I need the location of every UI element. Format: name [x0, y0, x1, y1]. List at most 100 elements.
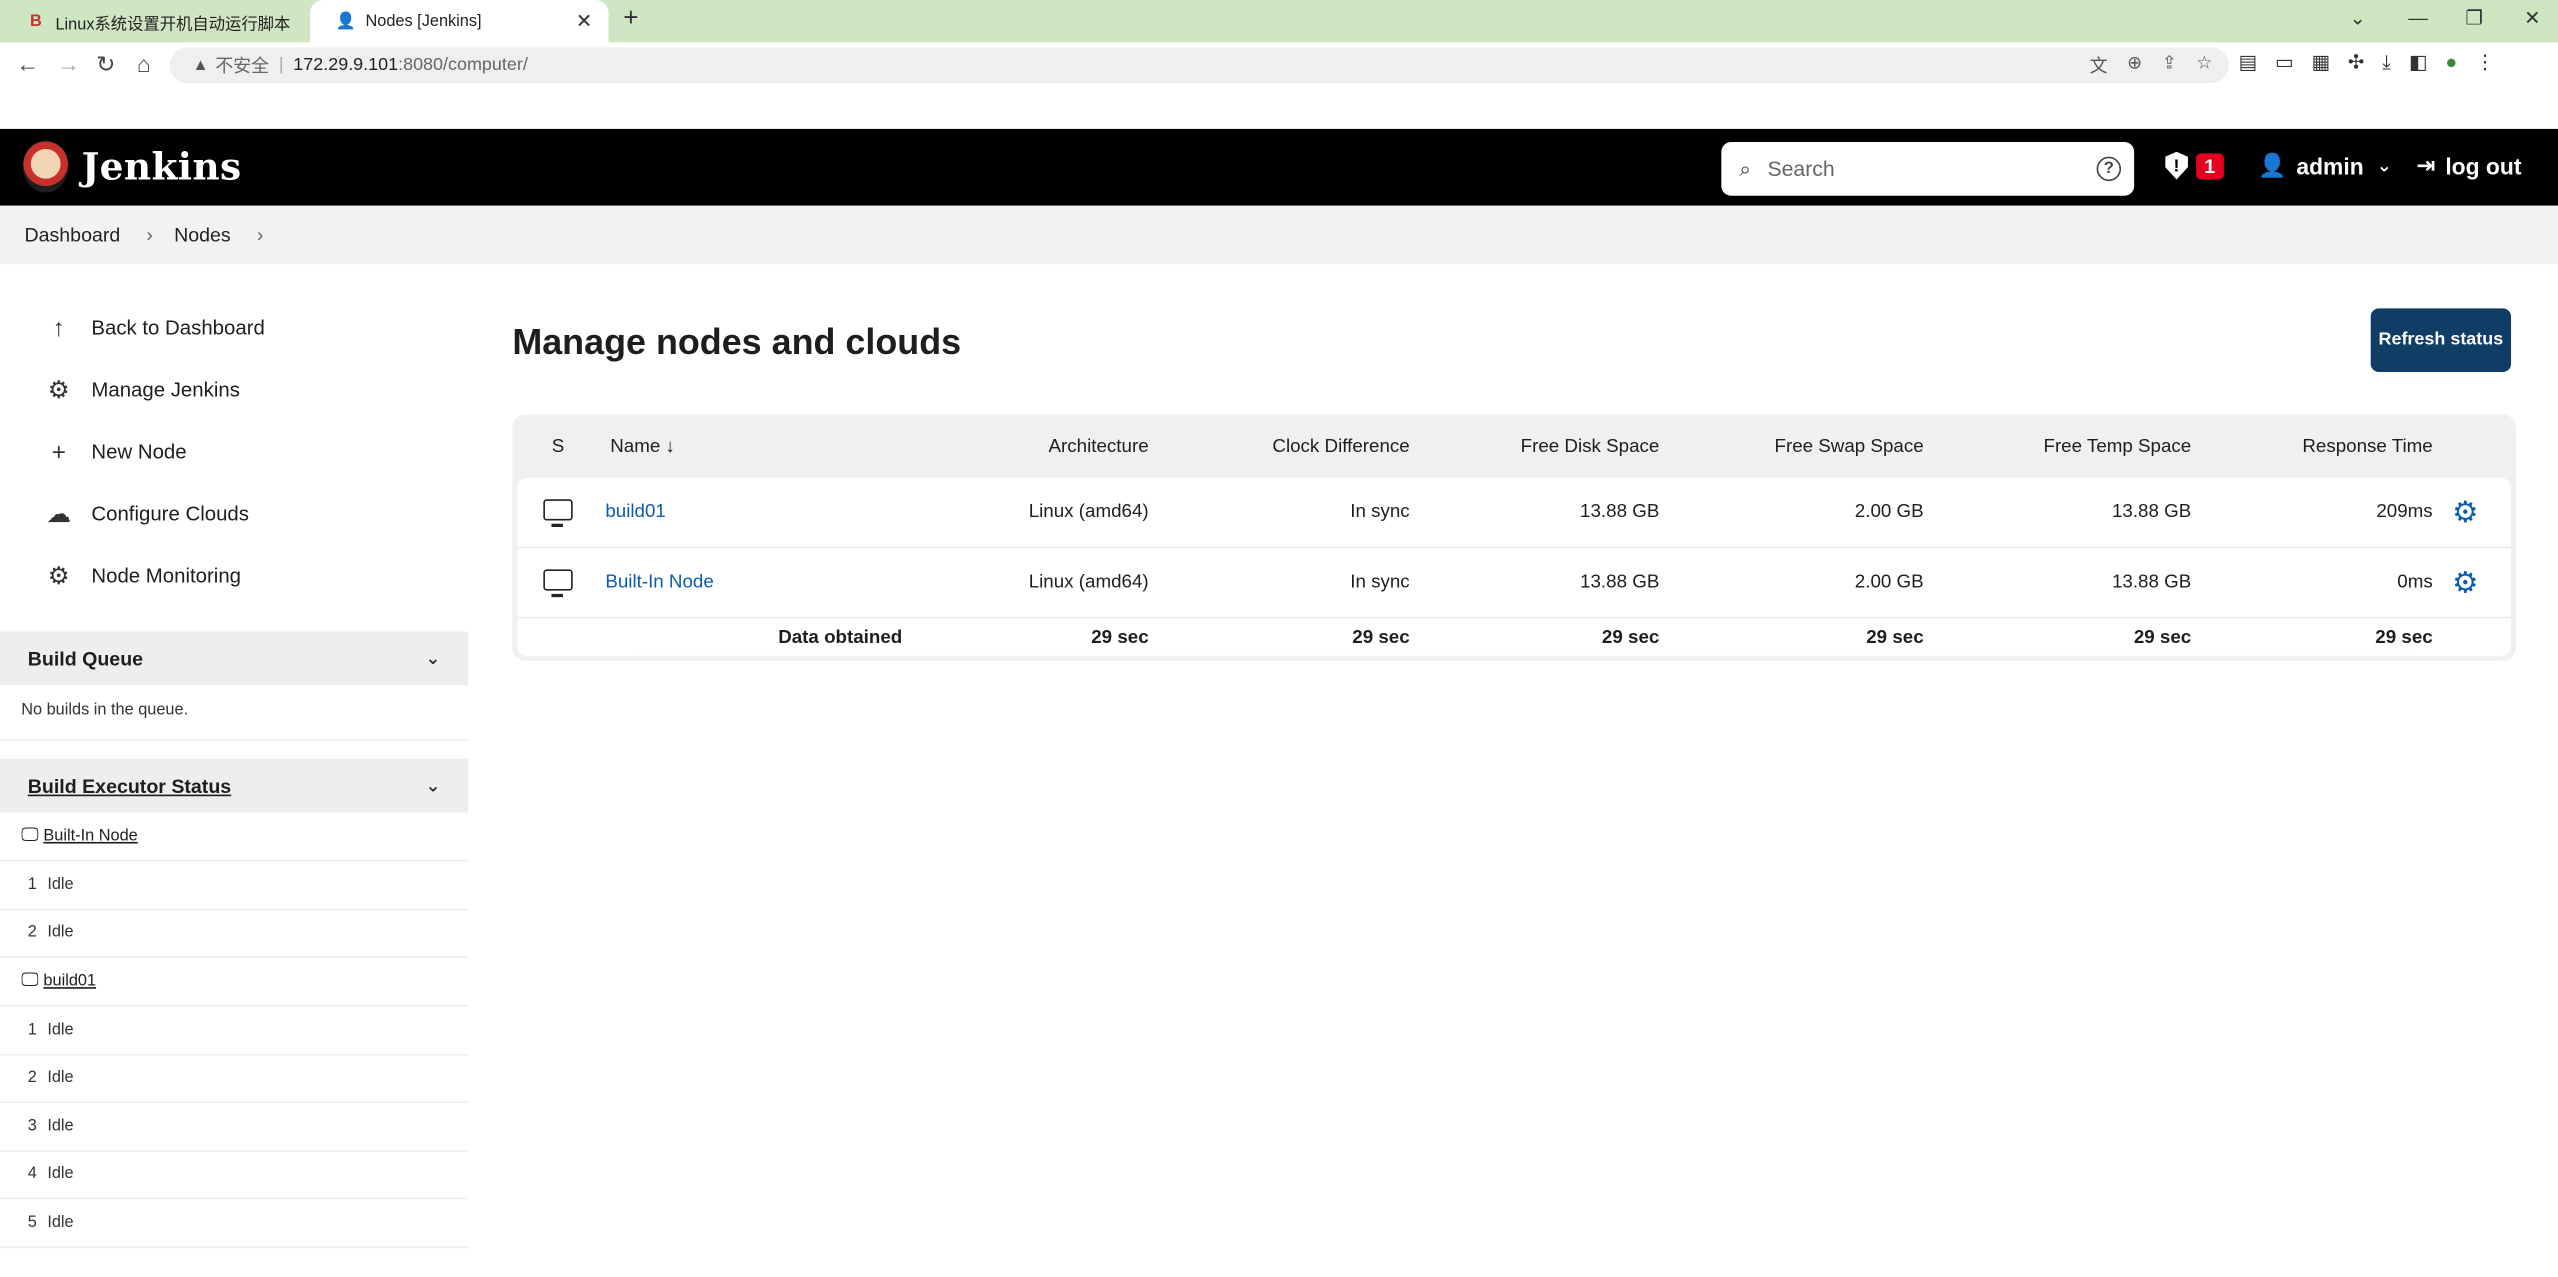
new-tab-icon[interactable]: +: [623, 5, 638, 34]
back-icon[interactable]: ←: [16, 51, 39, 77]
gear-icon: ⚙: [47, 376, 70, 405]
share-icon[interactable]: ⇪: [2162, 52, 2177, 78]
executor-row: 1 Idle: [0, 861, 469, 910]
tab-title: Nodes [Jenkins]: [365, 12, 482, 31]
brand-name: Jenkins: [81, 144, 242, 189]
breadcrumb: Dashboard › Nodes ›: [0, 205, 2558, 265]
table-footer-row: Data obtained 29 sec 29 sec 29 sec 29 se…: [517, 618, 2511, 656]
search-box: ⌕ ?: [1721, 141, 2135, 196]
logout-icon: ⇥: [2416, 151, 2436, 178]
tab-search-icon[interactable]: ⌄: [2350, 7, 2366, 30]
col-clock-difference[interactable]: Clock Difference: [1149, 436, 1409, 456]
task-back-to-dashboard[interactable]: ↑ Back to Dashboard: [0, 297, 468, 359]
chevron-right-icon: ›: [146, 223, 153, 247]
computer-icon: 🖵: [21, 825, 39, 846]
reload-icon[interactable]: ↻: [96, 51, 115, 79]
build-queue-header[interactable]: Build Queue ⌄: [0, 631, 469, 686]
user-menu[interactable]: 👤 admin ⌄: [2258, 152, 2392, 180]
extension-icon[interactable]: ▤: [2239, 51, 2258, 75]
node-link-build01[interactable]: build01: [605, 503, 666, 523]
tab-favicon-icon: B: [29, 12, 42, 31]
browser-toolbar: ← → ↻ ⌂ ▲ 不安全 | 172.29.9.101:8080/comput…: [0, 42, 2558, 89]
footer-disk: 29 sec: [1601, 627, 1660, 647]
cell-disk: 13.88 GB: [1580, 502, 1660, 523]
browser-tabbar: B Linux系统设置开机自动运行脚本 👤 Nodes [Jenkins] ✕ …: [0, 0, 2558, 43]
chevron-down-icon: ⌄: [2376, 156, 2392, 177]
footer-response: 29 sec: [2375, 627, 2433, 647]
node-name[interactable]: Built-In Node: [43, 827, 137, 845]
minimize-icon[interactable]: —: [2408, 7, 2428, 30]
executor-status-header[interactable]: Build Executor Status ⌄: [0, 758, 469, 813]
col-name[interactable]: Name ↓: [599, 436, 860, 456]
warning-icon: ▲: [192, 56, 209, 75]
node-link-built-in[interactable]: Built-In Node: [605, 573, 713, 593]
breadcrumb-nodes[interactable]: Nodes: [174, 224, 231, 247]
configure-gear-icon[interactable]: ⚙: [2452, 565, 2478, 598]
profile-icon[interactable]: ●: [2445, 51, 2457, 75]
extension-icon[interactable]: ▭: [2275, 51, 2294, 75]
translate-icon[interactable]: 文: [2090, 52, 2108, 78]
address-bar[interactable]: ▲ 不安全 | 172.29.9.101:8080/computer/ 文 ⊕ …: [169, 47, 2229, 84]
chevron-down-icon[interactable]: ⌄: [425, 775, 440, 797]
url-host: 172.29.9.101: [293, 55, 399, 76]
cell-temp: 13.88 GB: [2111, 572, 2192, 593]
table-row: Built-In Node Linux (amd64) In sync 13.8…: [517, 548, 2512, 619]
search-icon: ⌕: [1739, 155, 1752, 181]
executor-node-link[interactable]: 🖵 Built-In Node: [0, 813, 469, 862]
executor-row: 1 Idle: [0, 1007, 469, 1055]
chevron-down-icon[interactable]: ⌄: [425, 648, 440, 669]
executor-row: 3 Idle: [0, 1103, 469, 1152]
tab-title: Linux系统设置开机自动运行脚本: [55, 15, 291, 34]
restore-icon[interactable]: ❐: [2465, 7, 2483, 30]
configure-gear-icon[interactable]: ⚙: [2452, 495, 2478, 528]
footer-arch: 29 sec: [1091, 627, 1149, 647]
sidepanel-icon[interactable]: ◧: [2409, 51, 2428, 75]
user-name: admin: [2296, 152, 2364, 179]
build-queue-empty: No builds in the queue.: [21, 701, 189, 720]
chevron-right-icon[interactable]: ›: [257, 224, 264, 247]
close-window-icon[interactable]: ✕: [2524, 7, 2540, 30]
node-name[interactable]: build01: [43, 972, 96, 990]
forward-icon[interactable]: →: [57, 51, 80, 77]
cell-architecture: Linux (amd64): [1028, 502, 1149, 523]
executor-row: 4 Idle: [0, 1151, 469, 1200]
col-free-swap[interactable]: Free Swap Space: [1659, 436, 1923, 456]
footer-clock: 29 sec: [1352, 627, 1410, 647]
col-free-temp[interactable]: Free Temp Space: [1924, 436, 2191, 456]
zoom-icon[interactable]: ⊕: [2127, 52, 2142, 78]
task-label: Manage Jenkins: [91, 378, 240, 402]
home-icon[interactable]: ⌂: [137, 51, 151, 77]
browser-tab-active[interactable]: 👤 Nodes [Jenkins] ✕: [310, 0, 609, 43]
download-icon[interactable]: ⤓: [2382, 51, 2391, 75]
cell-architecture: Linux (amd64): [1028, 572, 1149, 593]
page-title: Manage nodes and clouds: [512, 321, 962, 363]
search-input[interactable]: [1767, 156, 2062, 182]
logout-label: log out: [2445, 152, 2522, 179]
help-icon[interactable]: ?: [2096, 156, 2122, 182]
logout-button[interactable]: ⇥ log out: [2416, 152, 2521, 180]
task-new-node[interactable]: + New Node: [0, 421, 468, 483]
menu-icon[interactable]: ⋮: [2475, 51, 2495, 75]
col-architecture[interactable]: Architecture: [860, 436, 1149, 456]
close-tab-icon[interactable]: ✕: [576, 10, 592, 33]
browser-tab-inactive[interactable]: B Linux系统设置开机自动运行脚本: [0, 0, 307, 42]
extension-icon[interactable]: ▦: [2311, 51, 2330, 75]
jenkins-logo[interactable]: Jenkins: [22, 140, 242, 193]
puzzle-icon[interactable]: ✣: [2348, 51, 2364, 75]
executor-status-title[interactable]: Build Executor Status: [28, 774, 231, 797]
cloud-icon: ☁: [46, 500, 71, 529]
security-alert-button[interactable]: ! 1: [2165, 151, 2224, 180]
task-configure-clouds[interactable]: ☁ Configure Clouds: [0, 483, 468, 545]
task-node-monitoring[interactable]: ⚙ Node Monitoring: [0, 545, 468, 607]
executor-node-link[interactable]: 🖵 build01: [0, 958, 469, 1007]
bookmark-star-icon[interactable]: ☆: [2196, 52, 2212, 78]
col-free-disk[interactable]: Free Disk Space: [1410, 436, 1660, 456]
jenkins-header: Jenkins ⌕ ? ! 1 👤 admin ⌄ ⇥ log out: [0, 128, 2558, 206]
col-status[interactable]: S: [517, 436, 599, 456]
build-queue-title: Build Queue: [27, 646, 144, 670]
refresh-status-button[interactable]: Refresh status: [2370, 308, 2512, 373]
breadcrumb-dashboard[interactable]: Dashboard: [24, 224, 120, 247]
col-response-time[interactable]: Response Time: [2191, 436, 2432, 456]
cell-clock: In sync: [1350, 502, 1410, 523]
task-manage-jenkins[interactable]: ⚙ Manage Jenkins: [0, 359, 468, 421]
